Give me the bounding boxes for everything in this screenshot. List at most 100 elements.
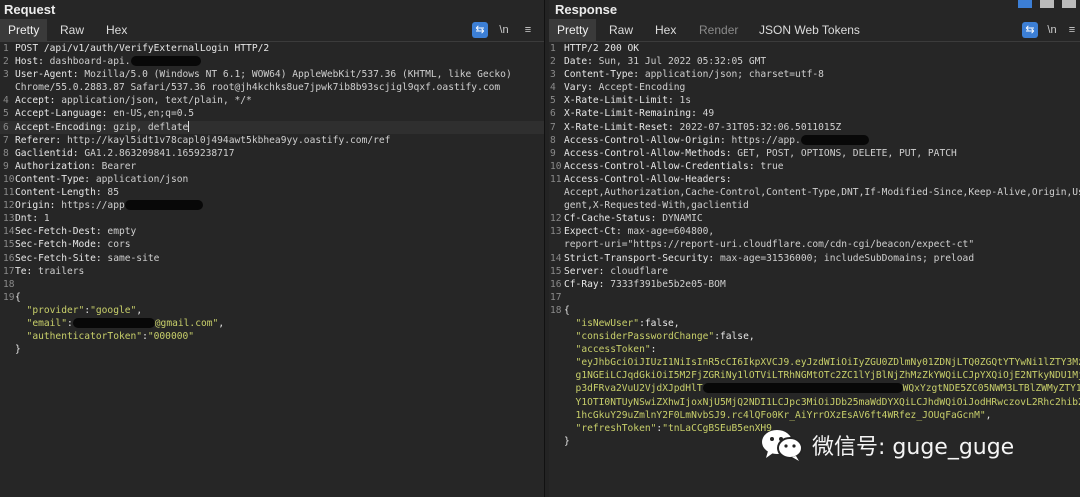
code-token: "email" — [15, 317, 67, 329]
code-token: Sec-Fetch-Dest: — [15, 226, 108, 238]
code-line[interactable]: 9 Access-Control-Allow-Methods: GET, POST… — [549, 147, 1080, 160]
newline-toggle-icon[interactable]: \n — [496, 22, 512, 38]
wrap-toggle-icon[interactable]: ⇆ — [472, 22, 488, 38]
code-line[interactable]: 1 HTTP/2 200 OK — [549, 42, 1080, 55]
code-line[interactable]: gent,X-Requested-With,gaclientid — [549, 199, 1080, 212]
code-line[interactable]: 13Dnt: 1 — [0, 212, 544, 225]
code-line[interactable]: 17 — [549, 291, 1080, 304]
code-token: Accept-Language: — [15, 108, 114, 120]
response-tab-hex[interactable]: Hex — [647, 19, 684, 41]
wechat-icon — [760, 428, 804, 462]
code-line[interactable]: 7 X-Rate-Limit-Reset: 2022-07-31T05:32:06… — [549, 121, 1080, 134]
code-line[interactable]: 2 Date: Sun, 31 Jul 2022 05:32:05 GMT — [549, 55, 1080, 68]
code-line[interactable]: 1hcGkuY29uZmlnY2F0LmNvbSJ9.rc4lQFo0Kr_Ai… — [549, 409, 1080, 422]
code-token: "isNewUser" — [564, 317, 640, 329]
layout-horizontal-icon[interactable] — [1040, 0, 1054, 8]
watermark-text: 微信号: guge_guge — [812, 435, 1015, 460]
code-line[interactable]: 2 Host: dashboard-api. — [0, 55, 544, 68]
response-tab-json-web-tokens[interactable]: JSON Web Tokens — [751, 19, 868, 41]
code-token: Vary: — [564, 82, 599, 94]
code-line[interactable]: 19{ — [0, 291, 544, 304]
code-line[interactable]: } — [0, 343, 544, 356]
code-token: HTTP/2 200 OK — [564, 43, 640, 54]
code-line[interactable]: 14Sec-Fetch-Dest: empty — [0, 225, 544, 238]
response-tab-raw[interactable]: Raw — [601, 19, 641, 41]
code-line[interactable]: 1 POST /api/v1/auth/VerifyExternalLogin H… — [0, 42, 544, 55]
code-line[interactable]: 4 Vary: Accept-Encoding — [549, 81, 1080, 94]
code-token: en-US,en;q=0.5 — [113, 108, 195, 120]
code-token: Authorization: — [15, 160, 102, 172]
code-line[interactable]: 18{ — [549, 304, 1080, 317]
code-line[interactable]: 16 Cf-Ray: 7333f391be5b2e05-BOM — [549, 278, 1080, 291]
line-number: 17 — [550, 291, 562, 303]
code-line[interactable]: "isNewUser":false, — [549, 317, 1080, 330]
code-line[interactable]: g1NGEiLCJqdGkiOiI5M2FjZGRiNy1lOTViLTRhNG… — [549, 369, 1080, 382]
code-token: application/json, text/plain, */* — [61, 95, 252, 107]
menu-icon[interactable]: ≡ — [520, 22, 536, 38]
code-line[interactable]: 8 Gaclientid: GA1.2.863209841.1659238717 — [0, 147, 544, 160]
code-line[interactable]: 16Sec-Fetch-Site: same-site — [0, 252, 544, 265]
menu-icon[interactable]: ≡ — [1064, 22, 1080, 38]
line-number: 2 — [550, 56, 556, 68]
line-number: 7 — [550, 121, 556, 133]
response-editor[interactable]: 1 HTTP/2 200 OK 2 Date: Sun, 31 Jul 2022 05… — [549, 42, 1080, 448]
code-line[interactable]: 12Origin: https://app — [0, 199, 544, 212]
code-token: User-Agent: — [15, 69, 85, 81]
line-number: 1 — [550, 43, 556, 54]
code-line[interactable]: 15Sec-Fetch-Mode: cors — [0, 238, 544, 251]
code-line[interactable]: "provider":"google", — [0, 304, 544, 317]
code-line[interactable]: 11Content-Length: 85 — [0, 186, 544, 199]
code-line[interactable]: report-uri="https://report-uri.cloudflar… — [549, 238, 1080, 251]
code-line[interactable]: 12 Cf-Cache-Status: DYNAMIC — [549, 212, 1080, 225]
request-tab-pretty[interactable]: Pretty — [0, 19, 48, 41]
code-token: 85 — [107, 187, 119, 199]
code-line[interactable]: 9 Authorization: Bearer — [0, 160, 544, 173]
layout-vertical-icon[interactable] — [1062, 0, 1076, 8]
code-line[interactable]: "eyJhbGciOiJIUzI1NiIsInR5cCI6IkpXVCJ9.ey… — [549, 356, 1080, 369]
code-line[interactable]: 14 Strict-Transport-Security: max-age=315… — [549, 252, 1080, 265]
code-token: DYNAMIC — [662, 213, 703, 225]
code-line[interactable]: 4 Accept: application/json, text/plain, *… — [0, 94, 544, 107]
code-line[interactable]: 6 Accept-Encoding: gzip, deflate — [0, 120, 544, 134]
code-line[interactable]: Y1OTI0NTUyNSwiZXhwIjoxNjU5MjQ2NDI1LCJpc3… — [549, 396, 1080, 409]
code-line[interactable]: 11 Access-Control-Allow-Headers: — [549, 173, 1080, 186]
code-token: 1 — [43, 213, 50, 225]
code-token: https://app. — [731, 134, 801, 146]
code-line[interactable]: 5 Accept-Language: en-US,en;q=0.5 — [0, 107, 544, 120]
code-token: 7333f391be5b2e05-BOM — [610, 278, 726, 290]
code-token: Cf-Cache-Status: — [564, 213, 663, 225]
response-tab-render[interactable]: Render — [691, 19, 746, 41]
code-line[interactable]: 10Content-Type: application/json — [0, 173, 544, 186]
code-line[interactable]: 8 Access-Control-Allow-Origin: https://ap… — [549, 134, 1080, 147]
code-line[interactable]: Chrome/55.0.2883.87 Safari/537.36 root@j… — [0, 81, 544, 94]
code-line[interactable]: 17Te: trailers — [0, 265, 544, 278]
code-line[interactable]: Accept,Authorization,Cache-Control,Conte… — [549, 186, 1080, 199]
newline-toggle-icon[interactable]: \n — [1044, 22, 1060, 38]
response-tab-pretty[interactable]: Pretty — [549, 19, 597, 41]
code-line[interactable]: 6 X-Rate-Limit-Remaining: 49 — [549, 107, 1080, 120]
code-line[interactable]: "email": @gmail.com", — [0, 317, 544, 330]
code-line[interactable]: 18 — [0, 278, 544, 291]
code-line[interactable]: "authenticatorToken":"000000" — [0, 330, 544, 343]
code-line[interactable]: 5 X-Rate-Limit-Limit: 1s — [549, 94, 1080, 107]
code-line[interactable]: 3 Content-Type: application/json; charset… — [549, 68, 1080, 81]
code-line[interactable]: p3dFRva2VuU2VjdXJpdHlT WQxYzgtNDE5ZC05NWM… — [549, 382, 1080, 395]
wrap-toggle-icon[interactable]: ⇆ — [1022, 22, 1038, 38]
code-line[interactable]: 15 Server: cloudflare — [549, 265, 1080, 278]
request-tab-hex[interactable]: Hex — [98, 19, 135, 41]
code-token: dashboard-api. — [49, 56, 131, 68]
code-line[interactable]: "accessToken": — [549, 343, 1080, 356]
code-line[interactable]: 3 User-Agent: Mozilla/5.0 (Windows NT 6.1… — [0, 68, 544, 81]
code-line[interactable]: 7 Referer: http://kayl5idt1v78capl0j494aw… — [0, 134, 544, 147]
layout-switcher[interactable] — [1016, 0, 1080, 9]
code-token: https://app — [61, 200, 125, 212]
request-tab-raw[interactable]: Raw — [52, 19, 92, 41]
code-line[interactable]: 10 Access-Control-Allow-Credentials: true — [549, 160, 1080, 173]
code-line[interactable]: "considerPasswordChange":false, — [549, 330, 1080, 343]
code-token: Chrome/55.0.2883.87 Safari/537.36 root@j… — [15, 82, 501, 94]
request-editor[interactable]: 1 POST /api/v1/auth/VerifyExternalLogin H… — [0, 42, 544, 356]
code-token: X-Rate-Limit-Remaining: — [564, 108, 703, 120]
layout-split-icon[interactable] — [1018, 0, 1032, 8]
code-line[interactable]: 13 Expect-Ct: max-age=604800, — [549, 225, 1080, 238]
code-token: Y1OTI0NTUyNSwiZXhwIjoxNjU5MjQ2NDI1LCJpc3… — [564, 396, 1080, 408]
